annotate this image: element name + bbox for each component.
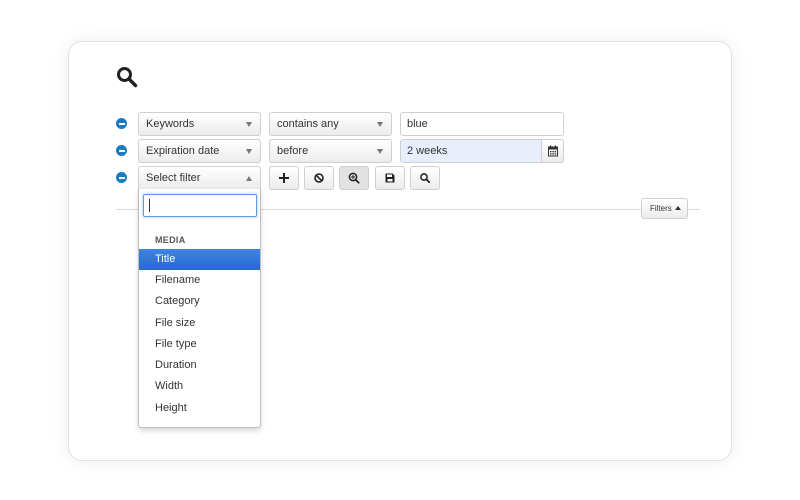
new-filter-select[interactable]: Select filter	[138, 166, 261, 190]
filter-field-value: Expiration date	[146, 145, 220, 157]
dropdown-search-input[interactable]	[143, 194, 257, 217]
filter-field-value: Keywords	[146, 118, 195, 130]
dropdown-item-title[interactable]: Title	[139, 249, 260, 270]
chevron-down-icon	[377, 122, 383, 127]
remove-filter-button[interactable]	[116, 118, 127, 129]
filter-operator-value: before	[277, 145, 309, 157]
calendar-button[interactable]	[541, 139, 564, 163]
filter-operator-value: contains any	[277, 118, 339, 130]
zoom-in-icon	[348, 172, 360, 184]
remove-filter-button[interactable]	[116, 172, 127, 183]
caret-up-icon	[674, 206, 681, 210]
filter-dropdown: MEDIA Title Filename Category File size …	[138, 189, 261, 428]
dropdown-item-height[interactable]: Height	[139, 398, 260, 419]
dropdown-item-category[interactable]: Category	[139, 291, 260, 312]
text-cursor	[149, 199, 150, 212]
chevron-down-icon	[246, 122, 252, 127]
ban-icon	[314, 173, 324, 183]
remove-filter-button[interactable]	[116, 145, 127, 156]
filters-toggle-button[interactable]: Filters	[641, 198, 688, 219]
chevron-up-icon	[246, 176, 252, 181]
dropdown-item-filename[interactable]: Filename	[139, 270, 260, 291]
filter-operator-select[interactable]: before	[269, 139, 392, 163]
zoom-in-button[interactable]	[339, 166, 369, 190]
save-icon	[385, 173, 395, 183]
calendar-icon	[547, 145, 558, 157]
dropdown-item-file-type[interactable]: File type	[139, 334, 260, 355]
filter-value-input[interactable]: blue	[400, 112, 564, 136]
dropdown-item-file-size[interactable]: File size	[139, 313, 260, 334]
date-value-input[interactable]: 2 weeks	[400, 139, 542, 163]
filter-value-text: blue	[407, 118, 428, 130]
filter-field-select[interactable]: Keywords	[138, 112, 261, 136]
search-icon	[117, 67, 138, 88]
save-filter-button[interactable]	[375, 166, 405, 190]
search-button[interactable]	[410, 166, 440, 190]
filters-toggle-label: Filters	[650, 204, 672, 213]
chevron-down-icon	[246, 149, 252, 154]
new-filter-placeholder: Select filter	[146, 172, 201, 184]
search-icon	[420, 173, 430, 183]
clear-filters-button[interactable]	[304, 166, 334, 190]
dropdown-item-width[interactable]: Width	[139, 376, 260, 397]
add-filter-button[interactable]	[269, 166, 299, 190]
dropdown-group-label: MEDIA	[155, 235, 186, 245]
filter-value-text: 2 weeks	[407, 145, 448, 157]
chevron-down-icon	[377, 149, 383, 154]
dropdown-item-duration[interactable]: Duration	[139, 355, 260, 376]
filter-field-select[interactable]: Expiration date	[138, 139, 261, 163]
filter-operator-select[interactable]: contains any	[269, 112, 392, 136]
plus-icon	[279, 173, 289, 183]
